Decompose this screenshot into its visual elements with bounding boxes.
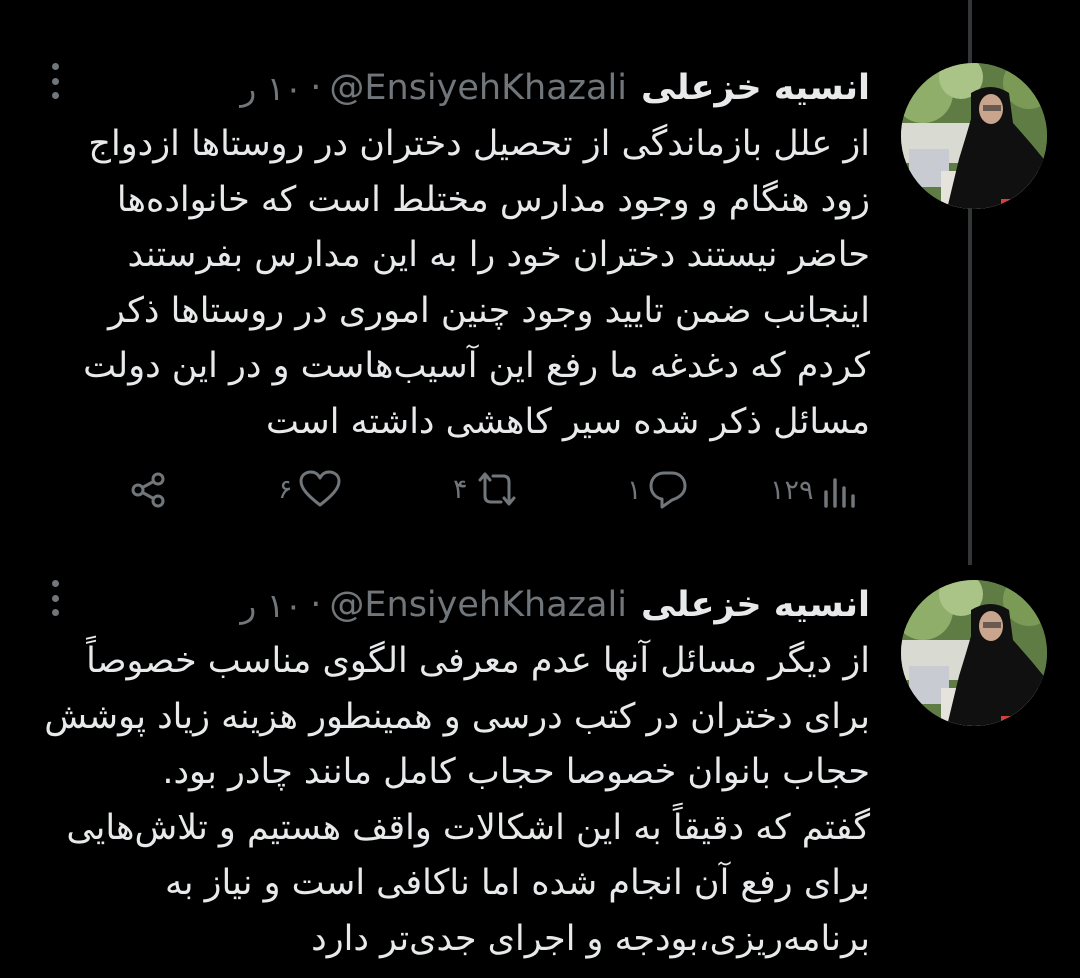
tweet-header: انسیه خزعلی @EnsiyehKhazali · ۱۰ ر — [40, 577, 870, 633]
author-handle[interactable]: @EnsiyehKhazali — [329, 68, 627, 108]
like-count: ۶ — [278, 473, 293, 505]
like-button[interactable]: ۶ — [278, 470, 341, 508]
tweet-header: انسیه خزعلی @EnsiyehKhazali · ۱۰ ر — [40, 60, 870, 116]
separator-dot: · — [310, 68, 322, 108]
tweet-text-line: برای دختران در کتب درسی و همینطور هزینه … — [44, 696, 870, 737]
more-icon[interactable] — [45, 63, 65, 99]
tweet-text-line: برنامه‌ریزی،بودجه و اجرای جدی‌تر دارد — [311, 918, 870, 959]
views-button[interactable]: ۱۲۹ — [770, 470, 860, 510]
views-count: ۱۲۹ — [770, 474, 814, 506]
author-name[interactable]: انسیه خزعلی — [641, 68, 870, 108]
tweet-text-line: برای رفع آن انجام شده اما ناکافی است و ن… — [164, 863, 870, 903]
tweet-text-line: از علل بازماندگی از تحصیل دختران در روست… — [88, 124, 870, 164]
tweet-text-line: حجاب بانوان خصوصا حجاب کامل مانند چادر ب… — [162, 752, 870, 792]
tweet-text-line: مسائل ذکر شده سیر کاهشی داشته است — [266, 401, 870, 442]
avatar-image — [901, 580, 1047, 726]
share-button[interactable] — [128, 470, 168, 510]
tweet-text-line: گفتم که دقیقاً به این اشکالات واقف هستیم… — [66, 807, 870, 848]
tweet-time[interactable]: ۱۰ ر — [240, 586, 302, 625]
separator-dot: · — [310, 585, 322, 625]
reply-count: ۱ — [627, 474, 642, 506]
timeline: انسیه خزعلی @EnsiyehKhazali · ۱۰ ر از عل… — [0, 0, 1080, 978]
author-name[interactable]: انسیه خزعلی — [641, 585, 870, 625]
tweet-text: از علل بازماندگی از تحصیل دختران در روست… — [40, 117, 870, 450]
reply-button[interactable]: ۱ — [627, 470, 688, 510]
retweet-button[interactable]: ۴ — [453, 470, 520, 508]
like-icon — [299, 470, 341, 507]
share-icon — [131, 472, 165, 508]
reply-icon — [649, 471, 687, 509]
tweet-text-line: از دیگر مسائل آنها عدم معرفی الگوی مناسب… — [86, 641, 870, 681]
tweet-text: از دیگر مسائل آنها عدم معرفی الگوی مناسب… — [40, 634, 870, 967]
tweet-text-line: کردم که دغدغه ما رفع این آسیب‌هاست و در … — [83, 346, 870, 386]
avatar[interactable] — [901, 63, 1047, 209]
tweet-time[interactable]: ۱۰ ر — [240, 69, 302, 108]
retweet-icon — [478, 472, 516, 506]
tweet-text-line: اینجانب ضمن تایید وجود چنین اموری در روس… — [107, 290, 870, 331]
avatar-image — [901, 63, 1047, 209]
more-icon[interactable] — [45, 580, 65, 616]
views-icon — [823, 478, 855, 508]
avatar[interactable] — [901, 580, 1047, 726]
tweet-text-line: حاضر نیستند دختران خود را به این مدارس ب… — [127, 235, 870, 275]
retweet-count: ۴ — [453, 473, 468, 505]
tweet-actions: ۶ ۴ ۱ ۱۲۹ — [0, 460, 1080, 520]
tweet-text-line: زود هنگام و وجود مدارس مختلط است که خانو… — [116, 179, 870, 220]
author-handle[interactable]: @EnsiyehKhazali — [329, 585, 627, 625]
